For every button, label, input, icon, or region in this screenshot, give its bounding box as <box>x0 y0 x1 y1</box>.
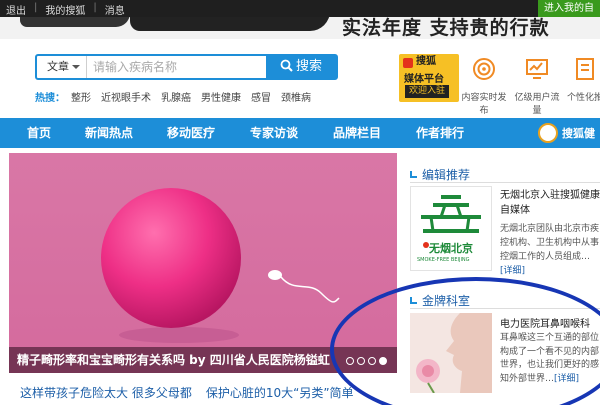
editor-pick-article-title[interactable]: 无烟北京入驻搜狐健康自媒体 <box>500 188 600 218</box>
slide-caption[interactable]: 精子畸形率和宝宝畸形有关系吗 by 四川省人民医院杨镒虹 <box>17 351 330 368</box>
divider <box>410 182 600 183</box>
search-button[interactable]: 搜索 <box>266 56 336 78</box>
news-link[interactable]: 这样带孩子危险太大 很多父母都 <box>20 384 192 401</box>
sohu-logo-icon <box>403 58 413 68</box>
brand-name: 搜狐健 <box>562 127 595 140</box>
divider: | <box>93 2 97 13</box>
hot-search-label: 热搜： <box>35 93 65 104</box>
more-link[interactable]: [详细] <box>500 266 525 276</box>
feature-personal: 个性化推 <box>565 57 600 103</box>
feature-realtime: 内容实时发布 <box>459 57 509 116</box>
sohu-health-logo-icon <box>538 123 558 143</box>
logo-text: 无烟北京 <box>429 242 473 255</box>
banner-ad[interactable]: 实法年度 支持贵的行款 <box>0 17 600 39</box>
editor-pick-title: 编辑推荐 <box>422 168 471 182</box>
nav-item-news[interactable]: 新闻热点 <box>85 118 133 148</box>
nav-item-interviews[interactable]: 专家访谈 <box>250 118 298 148</box>
hot-keyword[interactable]: 颈椎病 <box>281 89 311 104</box>
media-platform-line1: 搜狐 <box>416 56 436 67</box>
banner-shoe-image <box>20 17 130 27</box>
media-platform-card[interactable]: 搜狐 媒体平台 欢迎入驻 <box>399 54 459 102</box>
editor-pick-heading: 编辑推荐 <box>410 166 470 183</box>
hot-keyword[interactable]: 感冒 <box>251 89 271 104</box>
top-bar: 退出 | 我的搜狐 | 消息 进入我的自 <box>0 0 600 17</box>
nav-item-brand-columns[interactable]: 品牌栏目 <box>333 118 381 148</box>
editor-pick-image[interactable]: 无烟北京 SMOKE-FREE BEIJING <box>410 186 492 271</box>
monitor-chart-icon <box>526 59 548 79</box>
search-category-select[interactable]: 文章 <box>37 56 87 78</box>
divider: | <box>34 2 38 13</box>
feature-traffic: 亿级用户流量 <box>512 57 562 116</box>
media-platform-line2: 媒体平台 <box>404 74 444 85</box>
logo-subtext: SMOKE-FREE BEIJING <box>417 257 470 263</box>
nav-item-home[interactable]: 首页 <box>27 118 51 148</box>
enter-my-space-button[interactable]: 进入我的自 <box>538 0 600 17</box>
top-links: 退出 | 我的搜狐 | 消息 <box>6 2 133 17</box>
hot-keyword[interactable]: 乳腺癌 <box>161 89 191 104</box>
banner-slogan: 实法年度 支持贵的行款 <box>342 17 550 39</box>
logout-link[interactable]: 退出 <box>6 2 26 17</box>
editor-pick-description: 无烟北京团队由北京市疾控机构、卫生机构中从事控烟工作的人员组成… [详细] <box>500 222 600 278</box>
search-button-label: 搜索 <box>295 59 322 74</box>
document-icon <box>576 58 594 80</box>
search-input[interactable] <box>93 58 263 76</box>
banner-shoe-image <box>130 17 330 31</box>
hot-keyword[interactable]: 近视眼手术 <box>101 89 151 104</box>
join-button[interactable]: 欢迎入驻 <box>405 85 449 98</box>
feature-label: 个性化推 <box>566 93 600 103</box>
chevron-down-icon <box>72 65 80 69</box>
hot-keyword[interactable]: 整形 <box>71 89 91 104</box>
nav-item-mobile-health[interactable]: 移动医疗 <box>167 118 215 148</box>
hot-search: 热搜： 整形 近视眼手术 乳腺癌 男性健康 感冒 颈椎病 <box>35 89 321 104</box>
news-link[interactable]: 保护心脏的10大“另类”简单 <box>206 384 354 401</box>
my-sohu-link[interactable]: 我的搜狐 <box>45 2 85 17</box>
target-icon <box>473 58 495 80</box>
feature-label: 亿级用户流量 <box>514 93 560 116</box>
corner-mark-icon <box>410 171 417 178</box>
search-box: 文章 搜索 <box>35 54 338 80</box>
messages-link[interactable]: 消息 <box>105 2 125 17</box>
feature-label: 内容实时发布 <box>461 93 507 116</box>
nav-item-author-ranking[interactable]: 作者排行 <box>416 118 464 148</box>
search-icon <box>280 59 293 72</box>
editor-pick-text: 无烟北京团队由北京市疾控机构、卫生机构中从事控烟工作的人员组成… <box>500 224 600 262</box>
sub-news-links: 这样带孩子危险太大 很多父母都 保护心脏的10大“另类”简单 <box>20 384 368 401</box>
search-category-label: 文章 <box>47 60 69 73</box>
main-nav: 首页 新闻热点 移动医疗 专家访谈 品牌栏目 作者排行 搜狐健 <box>0 118 600 148</box>
hot-keyword[interactable]: 男性健康 <box>201 89 241 104</box>
sohu-health-brand[interactable]: 搜狐健 <box>538 123 595 143</box>
